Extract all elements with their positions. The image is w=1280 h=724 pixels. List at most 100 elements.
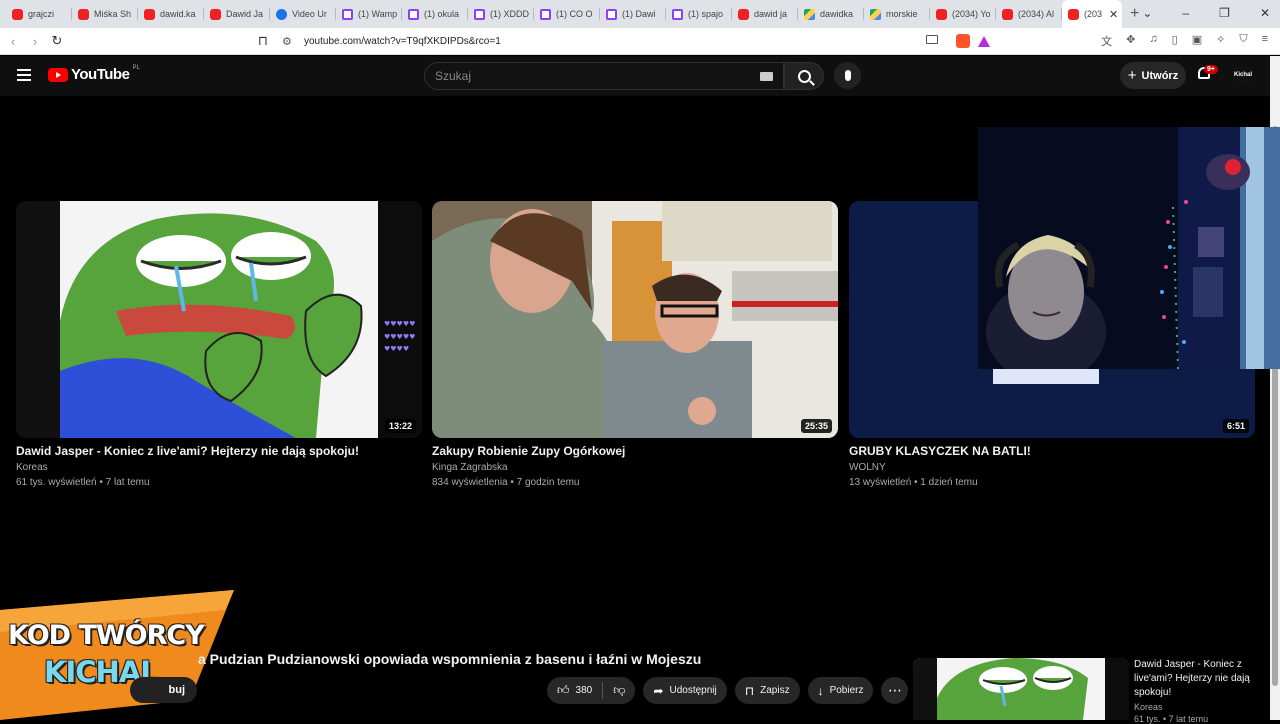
browser-tab[interactable]: morskie	[864, 0, 930, 28]
video-duration: 6:51	[1222, 419, 1249, 433]
tab-search-icon[interactable]: ⌄	[1142, 6, 1152, 20]
extensions-toolbar: 文 ✥ ♫ ▯ ▣ ✧ ⛉ ≡	[1101, 33, 1268, 49]
video-meta: 13 wyświetleń • 1 dzień temu	[849, 477, 978, 488]
browser-tab-label: Dawid Ja	[226, 9, 264, 19]
ai-icon[interactable]: ✧	[1216, 33, 1225, 49]
bookmark-icon[interactable]: ⊓	[252, 33, 274, 49]
like-button[interactable]: 👍︎ 380	[547, 677, 602, 704]
youtube-header: YouTube PL Szukaj + Utwórz 9+ Kichal	[0, 56, 1270, 96]
browser-tab[interactable]: grajczi	[6, 0, 72, 28]
video-card[interactable]: ♥♥♥♥♥ ♥♥♥♥♥ ♥♥♥♥ 13:22 Dawid Jasper - Koni…	[16, 201, 422, 488]
streamer-webcam	[978, 127, 1280, 369]
create-button[interactable]: + Utwórz	[1120, 62, 1186, 89]
subscribe-button[interactable]: buj	[130, 677, 197, 703]
close-tab-icon[interactable]: ✕	[1109, 8, 1118, 21]
browser-tab[interactable]: (1) CO O	[534, 0, 600, 28]
video-card[interactable]: 25:35 Zakupy Robienie Zupy Ogórkowej Kin…	[432, 201, 838, 488]
browser-tab[interactable]: (1) Dawi	[600, 0, 666, 28]
brave-rewards-icon[interactable]	[978, 36, 990, 47]
video-channel[interactable]: WOLNY	[849, 462, 1255, 473]
browser-tab[interactable]: (1) spajo	[666, 0, 732, 28]
url-field[interactable]: ⚙ youtube.com/watch?v=T9qfXKDIPDs&rco=1	[282, 31, 1026, 52]
save-button[interactable]: ⊓ Zapisz	[734, 677, 800, 704]
share-button[interactable]: ➦ Udostępnij	[643, 677, 727, 704]
browser-tab[interactable]: (1) Wamp	[336, 0, 402, 28]
video-title[interactable]: Dawid Jasper - Koniec z live'ami? Hejter…	[16, 444, 422, 458]
voice-search-button[interactable]	[834, 62, 861, 89]
browser-tab[interactable]: dawidka	[798, 0, 864, 28]
vpn-icon[interactable]: ⛉	[1239, 33, 1247, 49]
twitch-icon	[474, 8, 485, 20]
extension-icon[interactable]: ✥	[1126, 33, 1135, 49]
forward-icon[interactable]: ›	[24, 34, 46, 49]
youtube-logo[interactable]: YouTube PL	[48, 64, 140, 83]
video-channel[interactable]: Kinga Zagrabska	[432, 462, 838, 473]
browser-tab[interactable]: dawid ja	[732, 0, 798, 28]
keyboard-icon[interactable]	[760, 72, 773, 81]
microphone-icon	[844, 70, 851, 81]
youtube-icon	[738, 8, 749, 20]
bookmark-save-icon: ⊓	[744, 683, 755, 698]
browser-tab-label: (1) spajo	[688, 9, 724, 19]
related-channel[interactable]: Koreas	[1134, 702, 1163, 712]
video-thumbnail[interactable]: ♥♥♥♥♥ ♥♥♥♥♥ ♥♥♥♥ 13:22	[16, 201, 422, 438]
youtube-play-icon	[48, 67, 68, 82]
video-meta: 834 wyświetlenia • 7 godzin temu	[432, 477, 580, 488]
browser-tab[interactable]: (1) XDDD	[468, 0, 534, 28]
avatar[interactable]: Kichal	[1232, 64, 1254, 86]
restore-icon[interactable]: ❐	[1219, 6, 1230, 20]
video-icon	[276, 8, 287, 20]
browser-tab[interactable]: Miśka Sh	[72, 0, 138, 28]
brave-shields-icon[interactable]	[956, 34, 970, 48]
sidebar-icon[interactable]: ▯	[1172, 33, 1178, 49]
video-thumbnail[interactable]: 25:35	[432, 201, 838, 438]
related-thumbnail[interactable]	[913, 658, 1129, 720]
browser-tab[interactable]: Video Ur	[270, 0, 336, 28]
video-title[interactable]: GRUBY KLASYCZEK NA BATLI!	[849, 444, 1255, 458]
download-button[interactable]: ↓ Pobierz	[807, 677, 874, 704]
new-tab-icon[interactable]: +	[1130, 5, 1139, 23]
reload-icon[interactable]: ↻	[46, 33, 68, 49]
cast-icon[interactable]	[926, 35, 938, 44]
browser-tab[interactable]: (2034) Al	[996, 0, 1062, 28]
hamburger-menu-icon[interactable]	[17, 69, 31, 81]
dislike-button[interactable]: 👎︎	[603, 677, 635, 704]
video-title[interactable]: Zakupy Robienie Zupy Ogórkowej	[432, 444, 838, 458]
browser-tab-label: (2034) Yo	[952, 9, 991, 19]
related-title[interactable]: Dawid Jasper - Koniec z live'ami? Hejter…	[1134, 658, 1259, 700]
browser-tab-label: (2034) Al	[1018, 9, 1055, 19]
browser-tab-label: Miśka Sh	[94, 9, 132, 19]
thumbnail-light-strip	[993, 369, 1099, 384]
video-actions: 👍︎ 380 👎︎ ➦ Udostępnij ⊓ Zapisz ↓ Pobier…	[547, 677, 909, 704]
tab-list: grajczi Miśka Sh dawid.ka Dawid Ja Video Ur (…	[6, 0, 1122, 28]
browser-tab[interactable]: (2034) Yo	[930, 0, 996, 28]
address-bar: ‹ › ↻ ⊓ ⚙ youtube.com/watch?v=T9qfXKDIPD…	[0, 28, 1280, 55]
browser-tab-label: (1) CO O	[556, 9, 593, 19]
browser-tab[interactable]: (1) okula	[402, 0, 468, 28]
svg-text:♥♥♥♥♥: ♥♥♥♥♥	[384, 320, 415, 328]
video-channel[interactable]: Koreas	[16, 462, 422, 473]
wallet-icon[interactable]: ▣	[1192, 33, 1202, 49]
browser-tab[interactable]: dawid.ka	[138, 0, 204, 28]
download-icon: ↓	[817, 683, 824, 698]
logo-country: PL	[132, 64, 140, 71]
browser-tab-label: dawid.ka	[160, 9, 196, 19]
search-placeholder: Szukaj	[435, 69, 472, 83]
thumbs-down-icon: 👎︎	[613, 683, 626, 697]
related-video[interactable]: Dawid Jasper - Koniec z live'ami? Hejter…	[913, 658, 1263, 724]
browser-tab[interactable]: (203 ✕	[1062, 0, 1122, 28]
menu-icon[interactable]: ≡	[1262, 33, 1268, 49]
music-icon[interactable]: ♫	[1149, 33, 1157, 49]
back-icon[interactable]: ‹	[2, 34, 24, 49]
site-info-icon[interactable]: ⚙	[282, 35, 296, 48]
minimize-icon[interactable]: –	[1182, 6, 1189, 20]
close-window-icon[interactable]: ✕	[1260, 6, 1270, 20]
search-input[interactable]: Szukaj	[424, 62, 784, 90]
search-icon	[797, 69, 811, 83]
search-button[interactable]	[784, 62, 824, 90]
logo-text: YouTube	[71, 66, 130, 83]
more-actions-icon[interactable]: ⋯	[881, 677, 909, 704]
translate-icon[interactable]: 文	[1101, 33, 1112, 49]
browser-tab-label: (203	[1084, 9, 1103, 19]
browser-tab[interactable]: Dawid Ja	[204, 0, 270, 28]
